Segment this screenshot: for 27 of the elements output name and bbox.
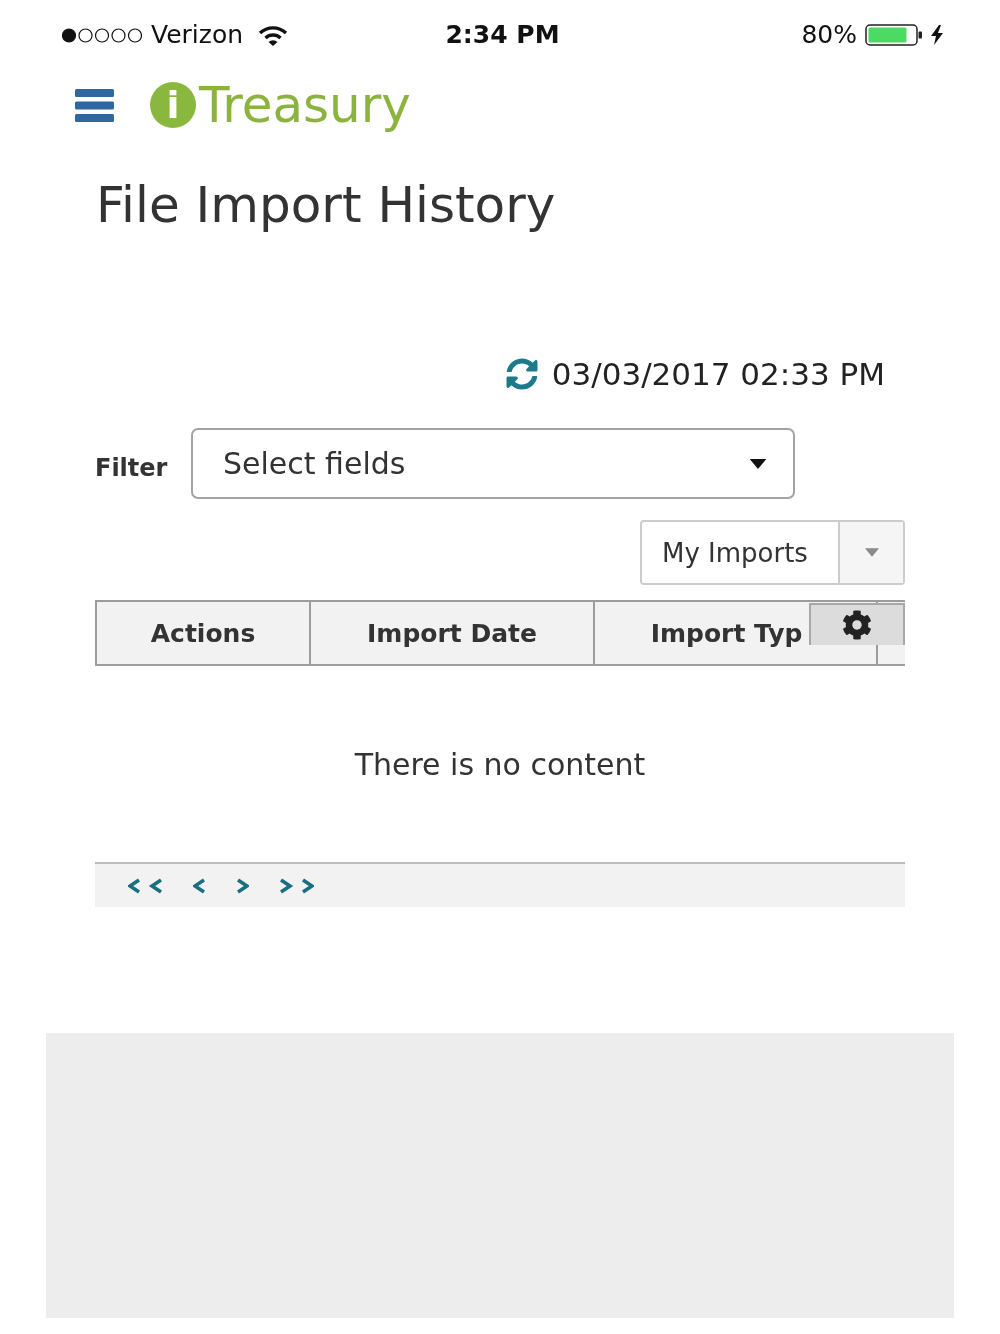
scope-dropdown[interactable]: My Imports [640, 520, 905, 585]
refresh-icon[interactable] [505, 358, 538, 390]
column-header: Import Date [309, 600, 593, 666]
filter-label: Filter [95, 452, 169, 483]
empty-message: There is no content [354, 746, 646, 782]
caret-icon [864, 548, 879, 557]
signal-strength-icon [62, 27, 142, 43]
caret-icon [749, 458, 767, 469]
filter-select[interactable]: Select fields [191, 428, 795, 499]
column-header: Actions [95, 600, 309, 666]
carrier-name: Verizon [151, 20, 244, 50]
wifi-icon [258, 24, 289, 46]
page-title: File Import History [96, 175, 557, 235]
battery-icon [865, 24, 923, 46]
battery-percent: 80% [801, 20, 857, 50]
logo-text: Treasury [199, 77, 411, 133]
logo-mark: i [150, 82, 196, 128]
settings-button[interactable] [809, 603, 905, 645]
double-chevron-right-icon[interactable] [279, 877, 314, 894]
double-chevron-left-icon[interactable] [128, 877, 163, 894]
charging-bolt-icon [931, 25, 943, 45]
menu-icon[interactable] [75, 88, 114, 122]
clock-time: 2:34 PM [445, 20, 560, 50]
chevron-right-icon[interactable] [236, 877, 249, 894]
last-refreshed-time: 03/03/2017 02:33 PM [551, 355, 885, 394]
chevron-left-icon[interactable] [193, 877, 206, 894]
settings-icon [842, 610, 872, 640]
